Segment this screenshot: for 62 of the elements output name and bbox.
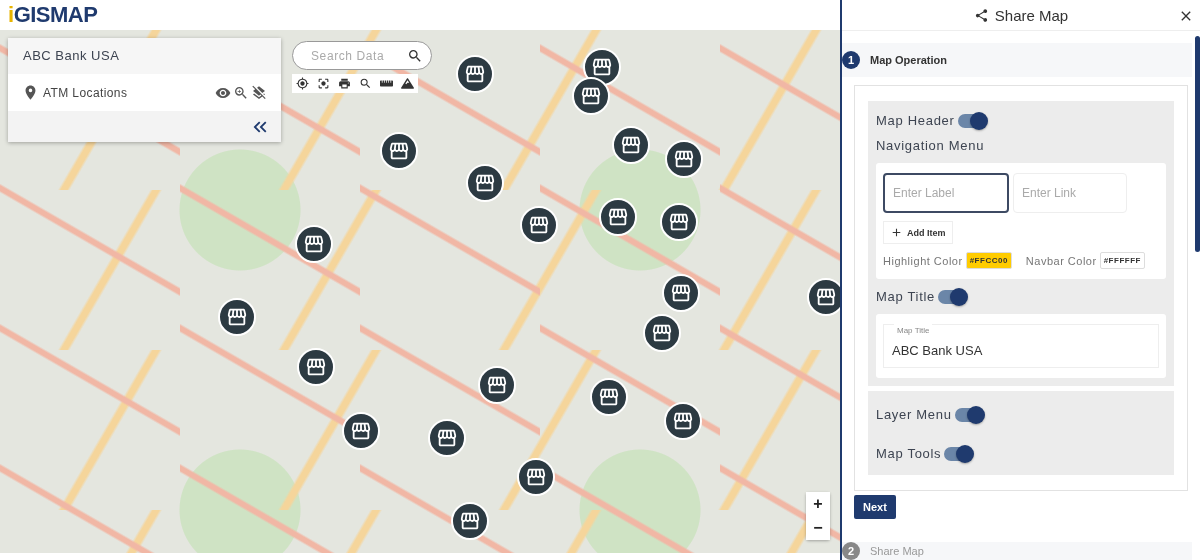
share-icon xyxy=(973,7,989,23)
store-marker-icon[interactable] xyxy=(520,206,558,244)
logo: iGISMAP xyxy=(8,2,98,28)
store-marker-icon[interactable] xyxy=(807,278,840,316)
map-title: ABC Bank USA xyxy=(8,38,281,74)
toggle-switch[interactable] xyxy=(944,446,973,461)
color-label: Navbar Color xyxy=(1025,254,1097,267)
store-marker-icon[interactable] xyxy=(583,48,621,86)
store-marker-icon[interactable] xyxy=(662,274,700,312)
store-marker-icon[interactable] xyxy=(456,55,494,93)
zoom-out-button[interactable]: − xyxy=(806,516,830,540)
toggle-switch[interactable] xyxy=(938,289,967,304)
store-marker-icon[interactable] xyxy=(612,126,650,164)
title-field[interactable]: Map Title ABC Bank USA xyxy=(883,324,1159,368)
step-header[interactable]: 2 Share Map xyxy=(842,542,1192,560)
store-marker-icon[interactable] xyxy=(342,412,380,450)
toggle-label: Map Header xyxy=(876,113,955,128)
toggle-switch[interactable] xyxy=(957,113,986,128)
section-label: Navigation Menu xyxy=(876,138,985,153)
store-marker-icon[interactable] xyxy=(295,225,333,263)
toggle-switch[interactable] xyxy=(954,407,983,422)
layer-name: ATM Locations xyxy=(43,85,128,100)
panel-title: Share Map xyxy=(994,6,1069,24)
color-label: Highlight Color xyxy=(883,254,963,267)
add-item-button[interactable]: Add Item xyxy=(883,221,953,244)
locate-icon[interactable] xyxy=(296,77,309,90)
store-marker-icon[interactable] xyxy=(428,419,466,457)
store-marker-icon[interactable] xyxy=(664,402,702,440)
step-number: 2 xyxy=(842,542,860,560)
store-marker-icon[interactable] xyxy=(466,164,504,202)
store-marker-icon[interactable] xyxy=(218,298,256,336)
zoom-in-button[interactable]: + xyxy=(806,492,830,516)
toggle-label: Map Title xyxy=(876,289,936,304)
layers-crossed-icon[interactable] xyxy=(251,84,267,101)
link-input[interactable]: Enter Link xyxy=(1013,173,1127,213)
color-swatch[interactable]: #FFFFFF xyxy=(1099,252,1145,269)
store-marker-icon[interactable] xyxy=(517,458,555,496)
color-swatch[interactable]: #FFCC00 xyxy=(965,252,1012,269)
zoom-icon[interactable] xyxy=(233,84,249,101)
store-marker-icon[interactable] xyxy=(478,366,516,404)
terrain-icon[interactable] xyxy=(401,77,414,90)
plus-icon xyxy=(890,226,903,239)
store-marker-icon[interactable] xyxy=(380,132,418,170)
next-button[interactable]: Next xyxy=(854,495,896,519)
store-marker-icon[interactable] xyxy=(451,502,489,540)
store-marker-icon[interactable] xyxy=(590,378,628,416)
step-header[interactable]: 1 Map Operation xyxy=(842,43,1192,77)
print-icon[interactable] xyxy=(338,77,351,90)
store-marker-icon[interactable] xyxy=(572,77,610,115)
step-number: 1 xyxy=(842,51,860,69)
store-marker-icon[interactable] xyxy=(599,198,637,236)
focus-icon[interactable] xyxy=(317,77,330,90)
label-input[interactable]: Enter Label xyxy=(883,173,1009,213)
search-icon[interactable] xyxy=(359,77,372,90)
scrollbar[interactable] xyxy=(1195,36,1200,252)
toggle-label: Layer Menu xyxy=(876,407,952,422)
store-marker-icon[interactable] xyxy=(297,348,335,386)
store-marker-icon[interactable] xyxy=(660,203,698,241)
store-marker-icon[interactable] xyxy=(643,314,681,352)
search-icon[interactable] xyxy=(407,47,423,64)
store-marker-icon[interactable] xyxy=(665,140,703,178)
toggle-label: Map Tools xyxy=(876,446,942,461)
